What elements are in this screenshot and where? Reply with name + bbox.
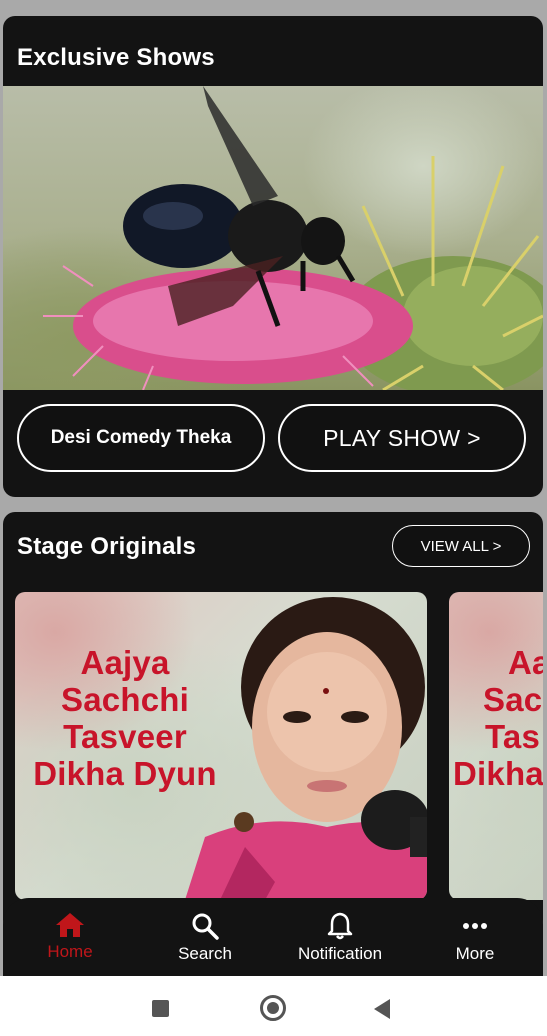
stage-originals-card: Stage Originals VIEW ALL > Aajya Sachchi… (3, 512, 543, 932)
nav-label: More (455, 944, 495, 963)
thumbnail-title: Aa Sac Tas Dikha (453, 644, 543, 792)
thumbnail-title: Aajya Sachchi Tasveer Dikha Dyun (33, 644, 217, 792)
nav-label: Notification (297, 944, 383, 963)
play-show-button[interactable]: PLAY SHOW > (278, 404, 526, 472)
view-all-button[interactable]: VIEW ALL > (392, 525, 530, 567)
system-navigation-bar (0, 976, 547, 1036)
nav-item-search[interactable]: Search (155, 898, 255, 976)
original-thumbnail[interactable]: Aajya Sachchi Tasveer Dikha Dyun (15, 592, 427, 900)
home-circle-icon[interactable] (260, 995, 286, 1021)
original-thumbnail[interactable]: Aa Sac Tas Dikha (449, 592, 543, 900)
section-title-stage-originals: Stage Originals (17, 533, 197, 560)
recents-icon[interactable] (152, 1000, 169, 1017)
nav-item-notification[interactable]: Notification (280, 898, 400, 976)
section-title-exclusive-shows: Exclusive Shows (17, 44, 215, 71)
show-hero-image[interactable] (3, 86, 543, 390)
more-dots-icon (463, 923, 487, 929)
nav-label: Home (47, 942, 93, 961)
search-icon (192, 913, 219, 940)
bell-icon (327, 912, 353, 940)
nav-item-home[interactable]: Home (20, 898, 120, 976)
nav-item-more[interactable]: More (425, 898, 525, 976)
show-name-button[interactable]: Desi Comedy Theka (17, 404, 265, 472)
nav-label: Search (178, 944, 232, 963)
exclusive-shows-card: Exclusive Shows Desi Comedy Theka PLAY S… (3, 16, 543, 497)
back-icon[interactable] (374, 999, 390, 1019)
home-icon (56, 913, 84, 937)
bottom-navigation: Home Search Notification More (3, 898, 543, 976)
bee-on-thistle-illustration (43, 86, 543, 390)
